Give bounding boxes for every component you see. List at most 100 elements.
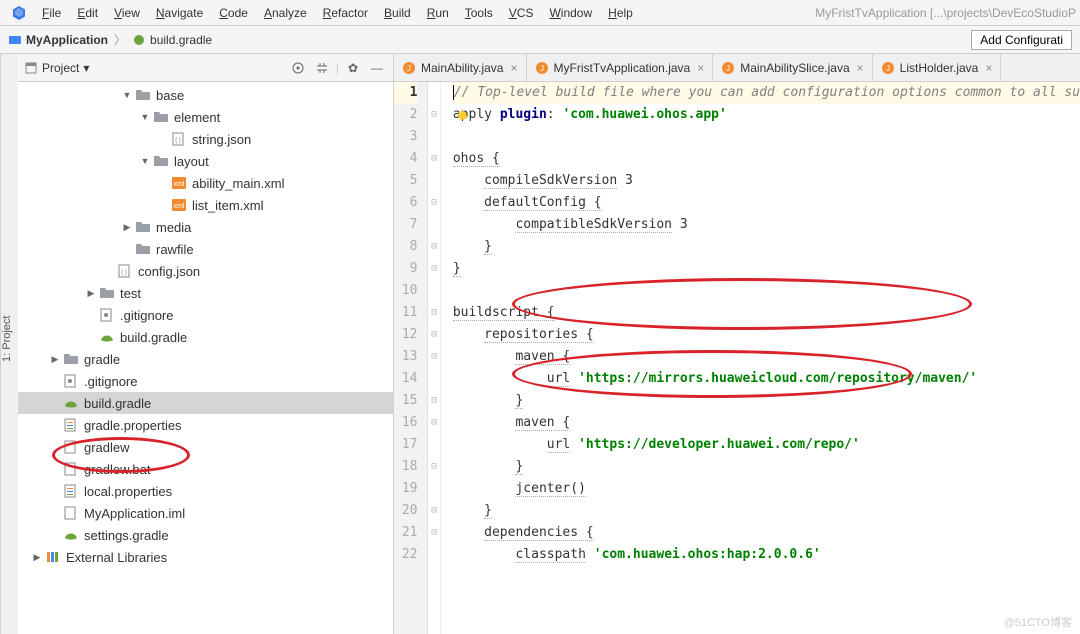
tree-item-settings-gradle[interactable]: settings.gradle <box>18 524 393 546</box>
tab-listholder-java[interactable]: J ListHolder.java × <box>873 54 1002 81</box>
xml-icon: xml <box>170 197 188 213</box>
tree-item-label: MyApplication.iml <box>84 506 185 521</box>
collapse-icon[interactable] <box>312 58 332 78</box>
tree-item-label: settings.gradle <box>84 528 169 543</box>
tree-item-layout[interactable]: ▼layout <box>18 150 393 172</box>
svg-text:J: J <box>726 64 730 73</box>
file-icon <box>62 461 80 477</box>
json-icon: { } <box>116 263 134 279</box>
expand-arrow-icon[interactable]: ▶ <box>84 288 98 299</box>
close-icon[interactable]: × <box>857 61 864 75</box>
tree-item-label: .gitignore <box>84 374 137 389</box>
tree-item-config-json[interactable]: { }config.json <box>18 260 393 282</box>
tree-item-build-gradle[interactable]: build.gradle <box>18 392 393 414</box>
expand-arrow-icon[interactable]: ▼ <box>120 90 134 100</box>
tab-myfristtvapplication-java[interactable]: J MyFristTvApplication.java × <box>527 54 714 81</box>
tree-item-gradle[interactable]: ▶gradle <box>18 348 393 370</box>
menu-analyze[interactable]: Analyze <box>256 2 315 24</box>
svg-text:xml: xml <box>174 203 185 210</box>
svg-text:{ }: { } <box>175 138 181 144</box>
tree-item-local-properties[interactable]: local.properties <box>18 480 393 502</box>
project-title: MyFristTvApplication [...\projects\DevEc… <box>815 6 1076 20</box>
project-view-label: Project <box>42 61 79 75</box>
tab-label: ListHolder.java <box>900 61 979 75</box>
tree-item-label: gradlew.bat <box>84 462 151 477</box>
close-icon[interactable]: × <box>697 61 704 75</box>
expand-arrow-icon[interactable]: ▼ <box>138 112 152 122</box>
expand-arrow-icon[interactable]: ▶ <box>48 354 62 365</box>
tree-item-gradle-properties[interactable]: gradle.properties <box>18 414 393 436</box>
expand-arrow-icon[interactable]: ▶ <box>120 222 134 233</box>
menu-refactor[interactable]: Refactor <box>315 2 376 24</box>
tree-item-label: list_item.xml <box>192 198 264 213</box>
svg-text:{ }: { } <box>121 270 127 276</box>
menu-navigate[interactable]: Navigate <box>148 2 211 24</box>
menu-file[interactable]: File <box>34 2 69 24</box>
breadcrumb-bar: MyApplication 〉 build.gradle Add Configu… <box>0 26 1080 54</box>
tree-item-ability-main-xml[interactable]: xmlability_main.xml <box>18 172 393 194</box>
tree-item-build-gradle[interactable]: build.gradle <box>18 326 393 348</box>
breadcrumb-file-label: build.gradle <box>150 33 212 47</box>
code-content[interactable]: // Top-level build file where you can ad… <box>441 82 1080 634</box>
chevron-down-icon: ▾ <box>83 61 89 75</box>
menu-vcs[interactable]: VCS <box>501 2 542 24</box>
tree-item-label: External Libraries <box>66 550 167 565</box>
sidebar-tab-project[interactable]: 1: Project <box>0 54 18 634</box>
tab-label: MyFristTvApplication.java <box>554 61 691 75</box>
tree-item--gitignore[interactable]: .gitignore <box>18 370 393 392</box>
menu-run[interactable]: Run <box>419 2 457 24</box>
tree-item-base[interactable]: ▼base <box>18 84 393 106</box>
folder-icon <box>134 219 152 235</box>
tab-mainability-java[interactable]: JMainAbility.java× <box>394 54 527 81</box>
gear-icon[interactable]: ✿ <box>343 58 363 78</box>
menu-build[interactable]: Build <box>376 2 419 24</box>
tree-item-external-libraries[interactable]: ▶ External Libraries <box>18 546 393 568</box>
tree-item-element[interactable]: ▼ element <box>18 106 393 128</box>
menu-view[interactable]: View <box>106 2 148 24</box>
tree-item-gradlew[interactable]: gradlew <box>18 436 393 458</box>
fold-column[interactable]: ⊟⊟⊟⊟⊟⊟⊟⊟⊟⊟⊟⊟⊟ <box>428 82 440 634</box>
menu-help[interactable]: Help <box>600 2 641 24</box>
tree-item-gradlew-bat[interactable]: gradlew.bat <box>18 458 393 480</box>
expand-arrow-icon[interactable]: ▼ <box>138 156 152 166</box>
svg-text:J: J <box>540 64 544 73</box>
menu-code[interactable]: Code <box>211 2 256 24</box>
gradle-icon <box>62 395 80 411</box>
git-icon <box>62 373 80 389</box>
json-icon: { } <box>170 131 188 147</box>
tree-item-rawfile[interactable]: rawfile <box>18 238 393 260</box>
tree-item--gitignore[interactable]: .gitignore <box>18 304 393 326</box>
locate-icon[interactable] <box>288 58 308 78</box>
tree-item-test[interactable]: ▶test <box>18 282 393 304</box>
tab-label: MainAbility.java <box>421 61 503 75</box>
svg-text:xml: xml <box>174 181 185 188</box>
tree-item-list-item-xml[interactable]: xml list_item.xml <box>18 194 393 216</box>
tree-item-myapplication-iml[interactable]: MyApplication.iml <box>18 502 393 524</box>
folder-icon <box>152 109 170 125</box>
watermark: @51CTO博客 <box>1004 614 1072 630</box>
menu-tools[interactable]: Tools <box>457 2 501 24</box>
prop-icon <box>62 417 80 433</box>
tree-item-string-json[interactable]: { } string.json <box>18 128 393 150</box>
breadcrumb-file[interactable]: build.gradle <box>132 33 212 47</box>
minimize-icon[interactable]: — <box>367 58 387 78</box>
code-editor[interactable]: 12345678910111213141516171819202122 ⊟⊟⊟⊟… <box>394 82 1080 634</box>
tree-item-label: string.json <box>192 132 251 147</box>
close-icon[interactable]: × <box>985 61 992 75</box>
gradle-icon <box>62 527 80 543</box>
svg-text:J: J <box>886 64 890 73</box>
gradle-icon <box>98 329 116 345</box>
close-icon[interactable]: × <box>510 61 517 75</box>
menu-window[interactable]: Window <box>541 2 600 24</box>
add-configuration-button[interactable]: Add Configurati <box>971 30 1072 50</box>
breadcrumb-root[interactable]: MyApplication <box>8 33 108 47</box>
tab-mainabilityslice-java[interactable]: JMainAbilitySlice.java× <box>713 54 872 81</box>
project-tree[interactable]: ▼base▼element{ }string.json▼layoutxmlabi… <box>18 82 393 634</box>
expand-arrow-icon[interactable]: ▶ <box>30 552 44 563</box>
project-view-selector[interactable]: Project ▾ <box>24 61 89 75</box>
tree-item-media[interactable]: ▶media <box>18 216 393 238</box>
app-logo-icon <box>10 4 28 22</box>
tree-item-label: element <box>174 110 220 125</box>
chevron-right-icon: 〉 <box>114 31 126 48</box>
menu-edit[interactable]: Edit <box>69 2 106 24</box>
